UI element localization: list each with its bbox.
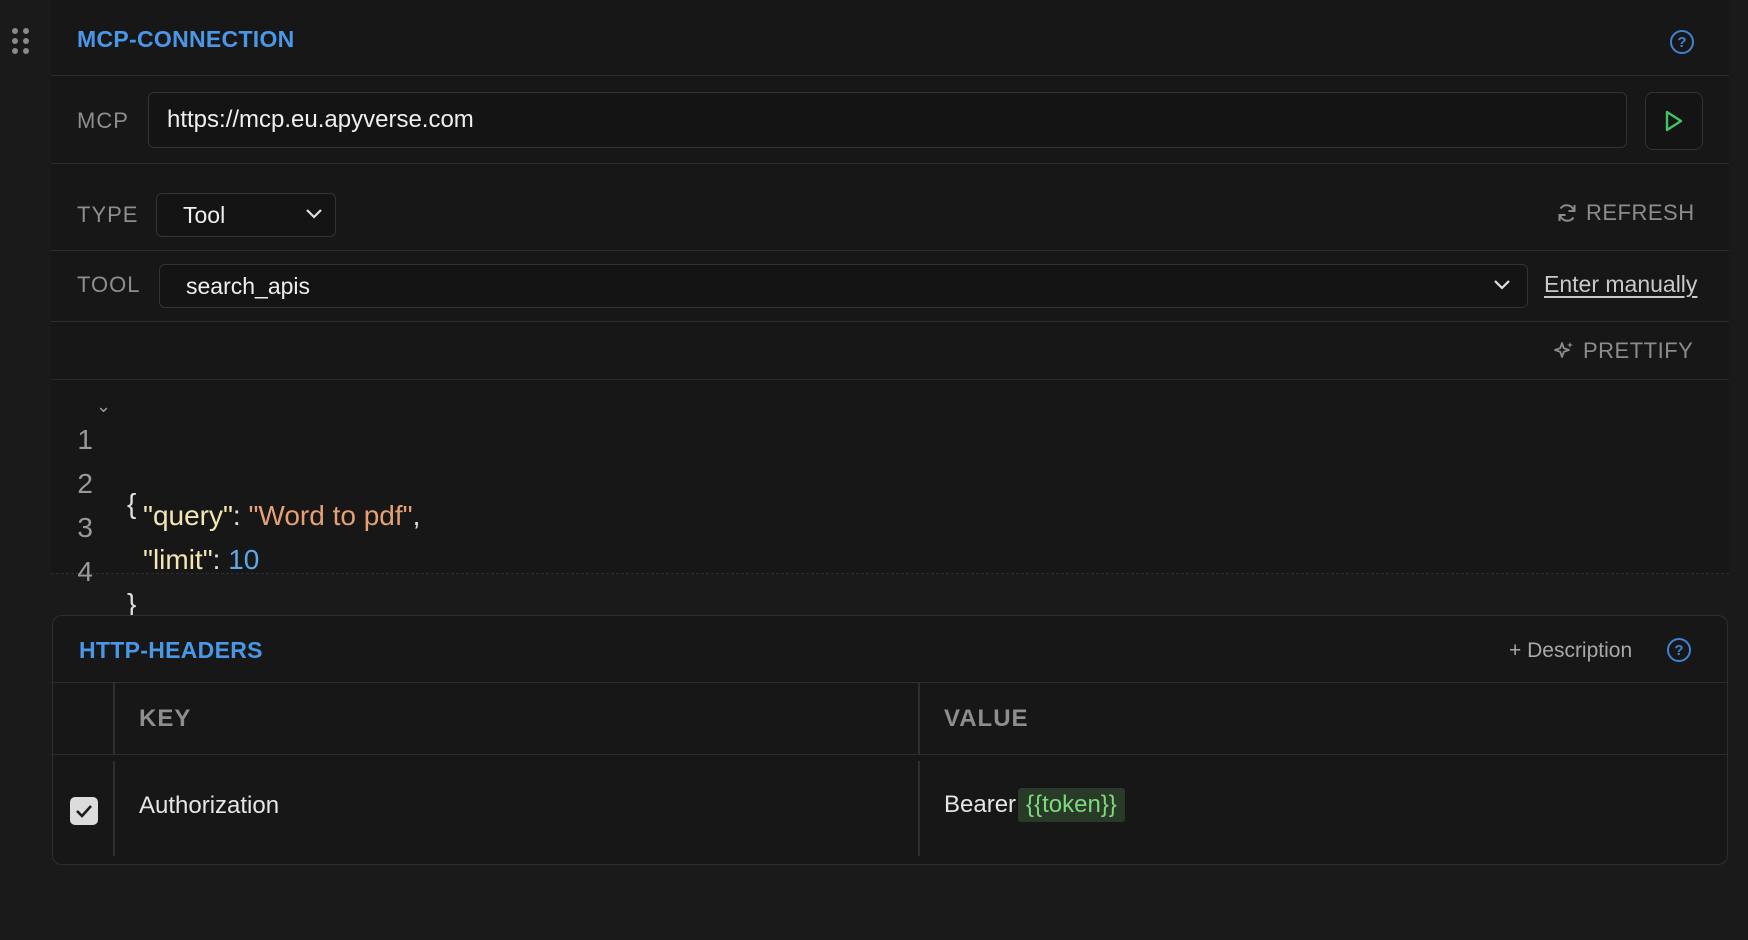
json-key: "query" [143,500,233,531]
value-prefix: Bearer [944,791,1017,818]
code-text: "limit": 10 [143,544,259,576]
refresh-label: REFRESH [1586,200,1695,225]
table-header: KEY VALUE [53,683,1727,755]
section-title: MCP-CONNECTION [77,26,295,52]
http-headers-panel: HTTP-HEADERS + Description ? KEY VALUE A… [52,615,1728,865]
mcp-connection-panel: MCP-CONNECTION ? MCP https://mcp.eu.apyv… [51,0,1729,619]
json-comma: , [412,500,421,531]
enter-manually-link[interactable]: Enter manually [1544,271,1697,298]
line-number: 4 [77,556,93,587]
headers-header: HTTP-HEADERS + Description ? [53,616,1727,683]
code-line: 2 "query": "Word to pdf", [51,436,420,531]
sparkle-icon [1554,342,1573,358]
code-line: 4 } [51,524,136,619]
json-key: "limit" [143,544,213,575]
mcp-row: MCP https://mcp.eu.apyverse.com [51,76,1729,164]
header-key-cell[interactable]: Authorization [139,792,279,820]
prettify-button[interactable]: PRETTIFY [1553,338,1693,364]
tool-select[interactable]: search_apis [159,264,1528,308]
column-divider [918,683,920,755]
type-label: TYPE [77,202,139,227]
row-enabled-checkbox[interactable] [70,797,98,825]
variable-chip[interactable]: {{token}} [1018,788,1125,822]
run-button[interactable] [1645,92,1703,150]
tool-select-value: search_apis [186,273,311,299]
column-header-value: VALUE [944,705,1029,732]
type-row: TYPE Tool REFRESH [51,164,1729,251]
code-text: { [127,488,137,519]
column-divider [113,761,115,856]
column-divider [918,761,920,856]
code-line: 1 ⌄ { [51,392,136,519]
json-number: 10 [228,544,260,575]
column-header-key: KEY [139,705,192,732]
header-value-cell[interactable]: Bearer {{token}} [944,788,1125,822]
prettify-label: PRETTIFY [1583,338,1694,363]
play-icon [1665,110,1683,132]
help-icon[interactable]: ? [1670,30,1694,54]
code-text: "query": "Word to pdf", [143,500,420,532]
chevron-down-icon [1494,280,1510,290]
tool-row: TOOL search_apis Enter manually [51,251,1729,322]
help-icon[interactable]: ? [1667,638,1691,662]
connection-header: MCP-CONNECTION ? [51,0,1729,76]
type-select[interactable]: Tool [156,193,336,237]
prettify-row: PRETTIFY [51,322,1729,380]
drag-handle-icon[interactable] [12,28,30,54]
json-colon: : [212,544,229,575]
add-description-button[interactable]: + Description [1509,639,1632,663]
refresh-icon [1558,204,1576,222]
mcp-url-input[interactable]: https://mcp.eu.apyverse.com [148,92,1627,148]
json-colon: : [232,500,249,531]
column-divider [113,683,115,755]
fold-chevron-icon[interactable]: ⌄ [96,396,111,417]
json-editor[interactable]: 1 ⌄ { 2 "query": "Word to pdf", 3 "limit… [51,380,1729,619]
code-line: 3 "limit": 10 [51,480,259,575]
mcp-label: MCP [77,108,129,133]
check-icon [76,805,92,818]
chevron-down-icon [306,209,322,219]
json-string: "Word to pdf" [248,500,413,531]
type-select-value: Tool [183,202,226,228]
refresh-button[interactable]: REFRESH [1556,200,1695,226]
section-title: HTTP-HEADERS [79,637,263,663]
tool-label: TOOL [77,272,141,297]
